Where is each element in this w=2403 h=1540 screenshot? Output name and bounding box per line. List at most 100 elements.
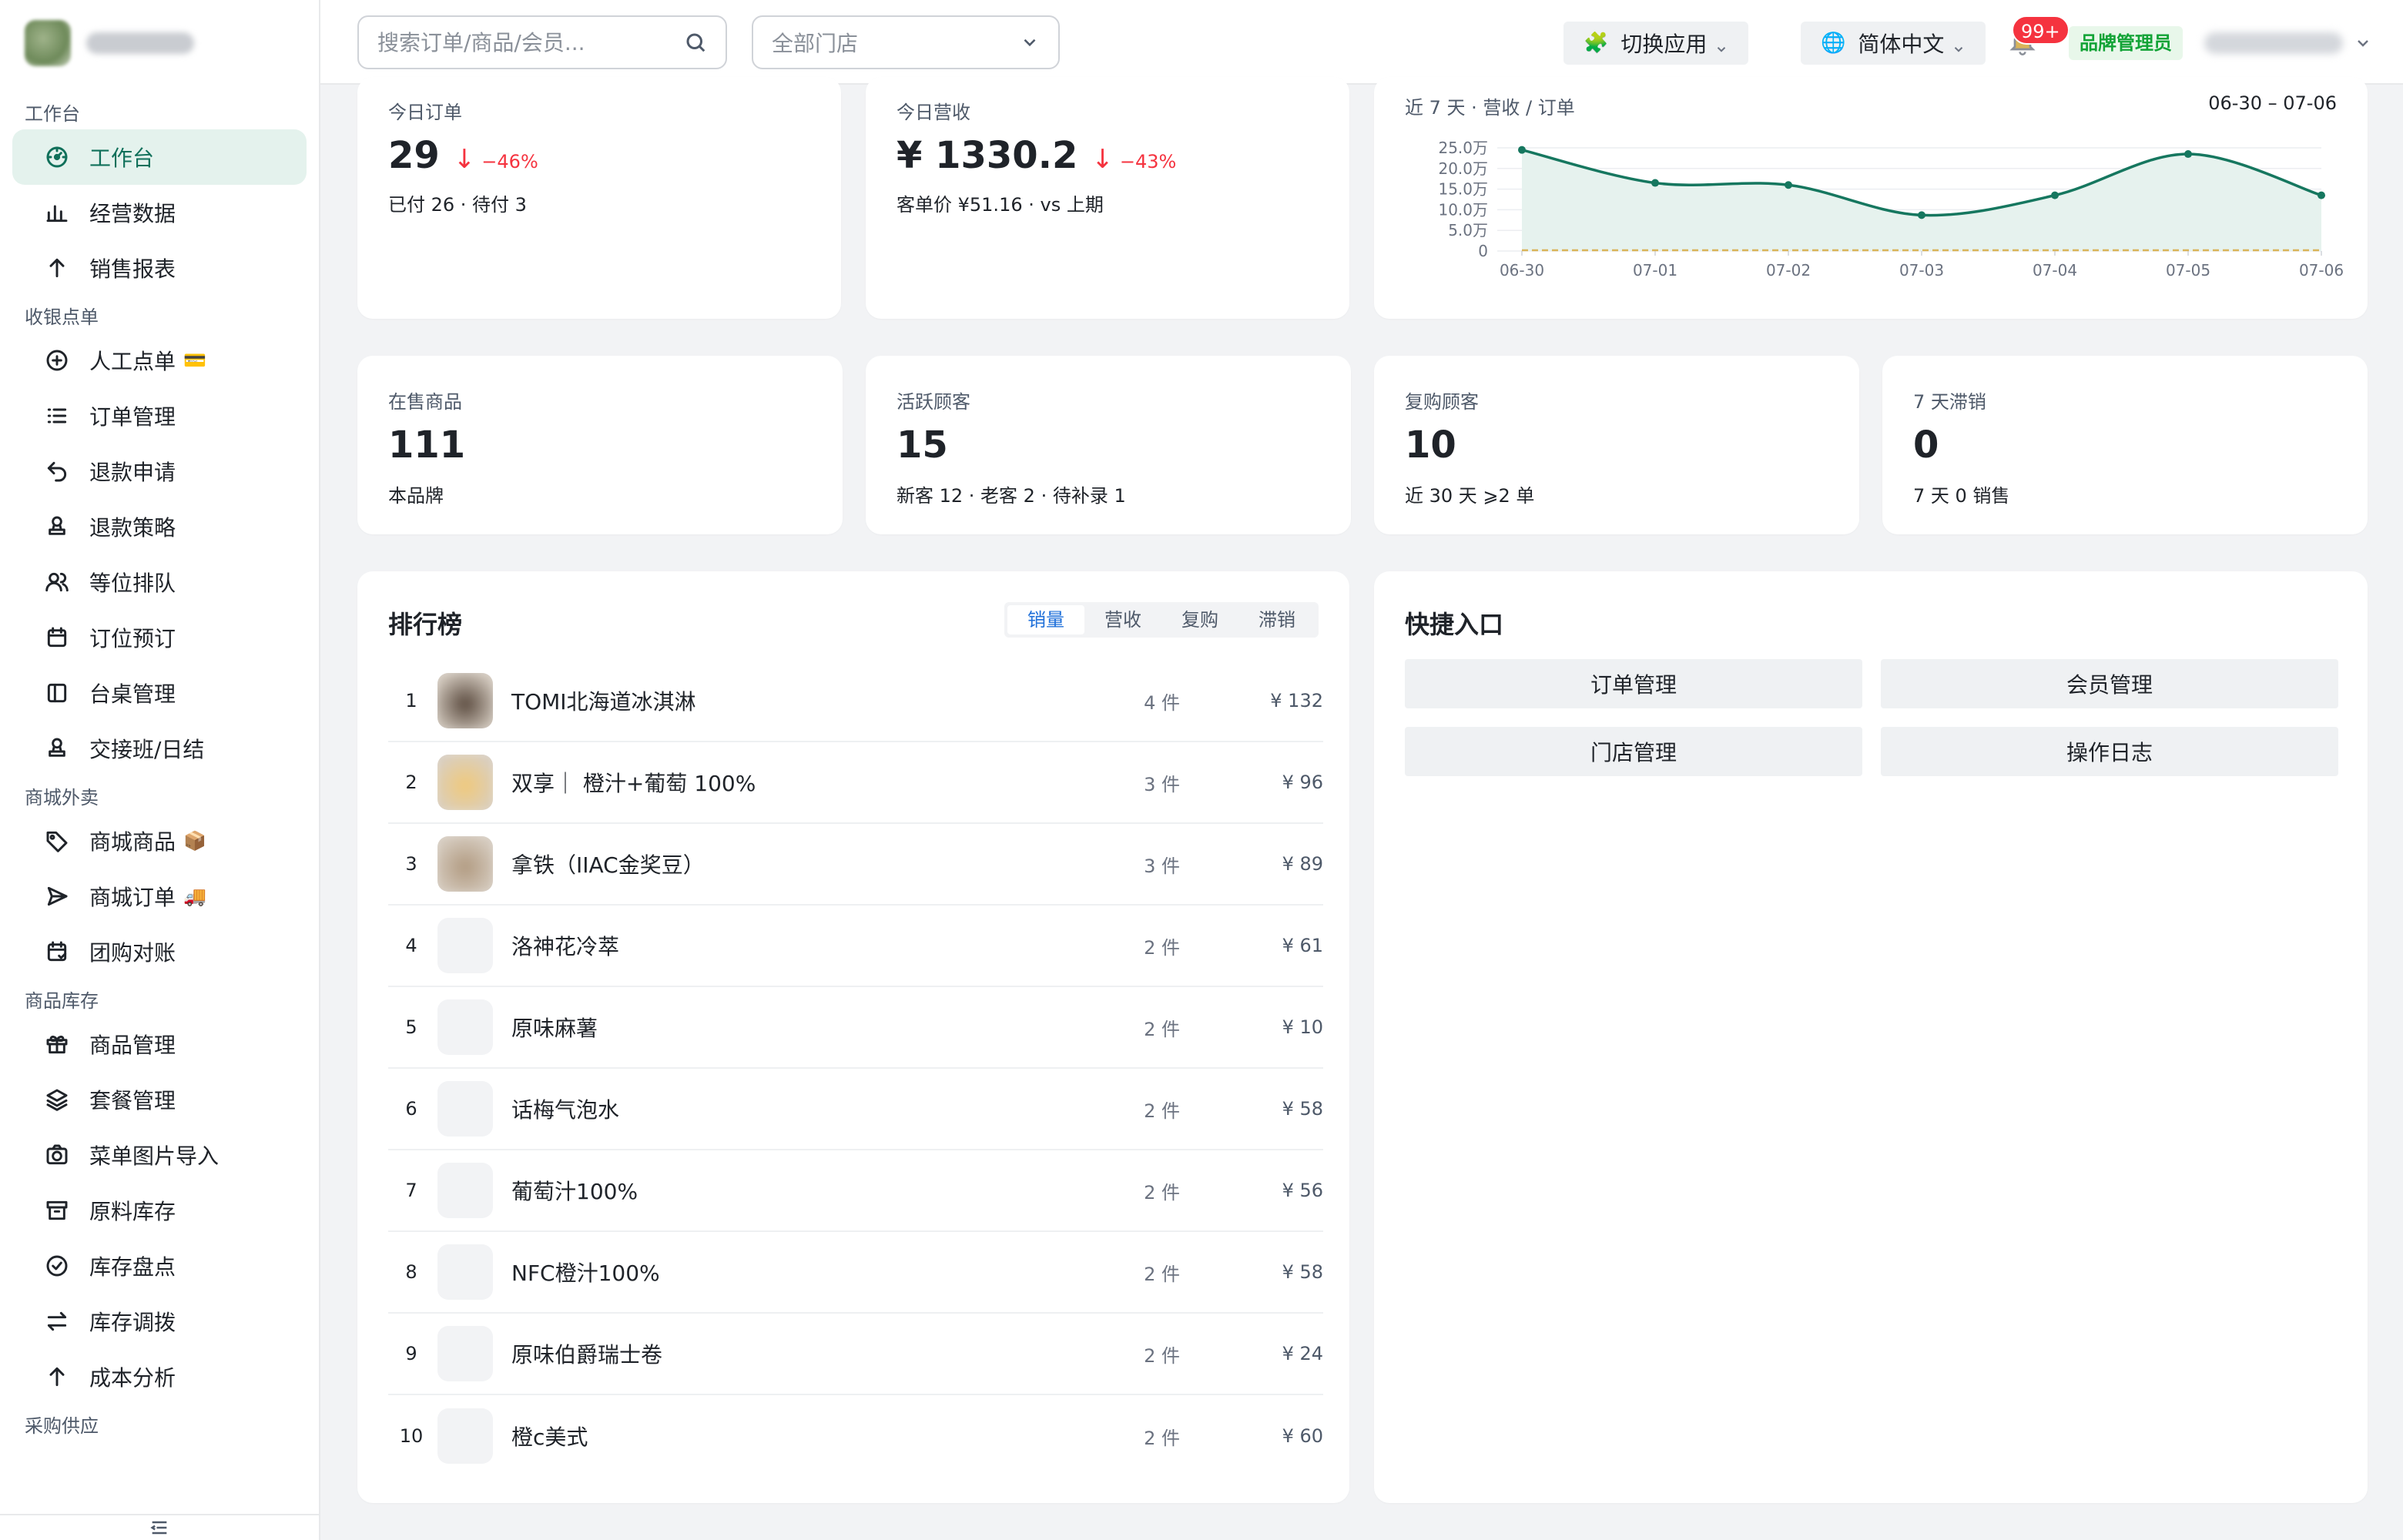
quick-entry-button[interactable]: 操作日志 [1881, 727, 2338, 776]
sidebar-item[interactable]: 库存盘点 [12, 1238, 307, 1294]
rank-number: 10 [399, 1425, 424, 1447]
ranking-row[interactable]: 6 话梅气泡水 2 件 ¥ 58 [388, 1069, 1323, 1150]
chevron-down-icon [1952, 36, 1966, 52]
product-amount: ¥ 56 [1282, 1180, 1323, 1201]
search-icon[interactable] [684, 31, 707, 54]
sidebar-item[interactable]: 套餐管理 [12, 1072, 307, 1127]
user-name-blurred[interactable] [2204, 32, 2343, 54]
sidebar-item[interactable]: 订位预订 [12, 610, 307, 665]
product-name: 原味麻薯 [511, 1016, 598, 1041]
product-qty: 2 件 [1144, 1181, 1180, 1204]
sidebar-item[interactable]: 团购对账 [12, 924, 307, 979]
layers-icon [43, 1086, 71, 1113]
product-name: 拿铁（IIAC金奖豆） [511, 852, 705, 878]
chevron-down-icon[interactable] [2354, 34, 2372, 52]
sidebar-item[interactable]: 订单管理 [12, 388, 307, 444]
sidebar-item-label: 退款申请 [89, 460, 176, 485]
product-amount: ¥ 61 [1282, 935, 1323, 956]
stat-value: 29 ↓ −46% [388, 134, 538, 177]
ranking-row[interactable]: 10 橙c美式 2 件 ¥ 60 [388, 1395, 1323, 1477]
quick-entry-button[interactable]: 会员管理 [1881, 659, 2338, 708]
sidebar-group-title: 收银点单 [25, 306, 99, 328]
sidebar-item[interactable]: 退款策略 [12, 499, 307, 554]
sidebar-item[interactable]: 经营数据 [12, 185, 307, 240]
sidebar-item[interactable]: 商城商品 📦 [12, 813, 307, 869]
sidebar-item[interactable]: 成本分析 [12, 1349, 307, 1404]
ranking-tab[interactable]: 营收 [1084, 605, 1161, 634]
product-amount: ¥ 60 [1282, 1425, 1323, 1447]
chart-date-range: 06-30 – 07-06 [2208, 92, 2337, 114]
ranking-row[interactable]: 4 洛神花冷萃 2 件 ¥ 61 [388, 906, 1323, 987]
store-select[interactable]: 全部门店 [752, 15, 1060, 69]
collapse-sidebar-button[interactable] [0, 1514, 319, 1540]
ranking-tab[interactable]: 复购 [1161, 605, 1238, 634]
sidebar-item[interactable]: 菜单图片导入 [12, 1127, 307, 1183]
rank-number: 2 [405, 772, 417, 793]
product-name: 洛神花冷萃 [511, 934, 620, 959]
sidebar-item[interactable]: 原料库存 [12, 1183, 307, 1238]
tag-icon [43, 827, 71, 855]
stat-sub: 本品牌 [388, 485, 444, 507]
switch-app-button[interactable]: 🧩 切换应用 [1563, 22, 1749, 65]
revenue-point [1651, 179, 1659, 187]
topbar: 全部门店 🧩 切换应用 🌐 简体中文 99+ 品牌管理员 [320, 0, 2403, 85]
today-orders-card: 今日订单 29 ↓ −46% 已付 26 · 待付 3 [357, 77, 841, 319]
stat-label: 今日订单 [388, 102, 462, 123]
sidebar-item-emoji: 💳 [183, 350, 206, 371]
sidebar-item[interactable]: 退款申请 [12, 444, 307, 499]
bar-chart-icon [43, 199, 71, 226]
quick-entry-button[interactable]: 订单管理 [1405, 659, 1862, 708]
product-name: NFC橙汁100% [511, 1260, 660, 1286]
sidebar-item[interactable]: 库存调拨 [12, 1294, 307, 1349]
ranking-row[interactable]: 8 NFC橙汁100% 2 件 ¥ 58 [388, 1232, 1323, 1314]
sidebar-item-label: 库存调拨 [89, 1310, 176, 1335]
ranking-row[interactable]: 9 原味伯爵瑞士卷 2 件 ¥ 24 [388, 1314, 1323, 1395]
rank-number: 6 [405, 1098, 417, 1120]
revenue-point [2184, 150, 2192, 159]
ranking-tab[interactable]: 滞销 [1238, 605, 1315, 634]
rank-number: 1 [405, 690, 417, 711]
search-input[interactable] [377, 29, 684, 55]
brand-logo[interactable] [25, 15, 202, 71]
revenue-point [1918, 211, 1925, 219]
ranking-row[interactable]: 1 TOMI北海道冰淇淋 4 件 ¥ 132 [388, 661, 1323, 742]
quick-entry-button[interactable]: 门店管理 [1405, 727, 1862, 776]
x-tick-label: 07-04 [2033, 261, 2077, 280]
sidebar-item[interactable]: 商城订单 🚚 [12, 869, 307, 924]
language-select[interactable]: 🌐 简体中文 [1801, 22, 1986, 65]
sidebar-item[interactable]: 台桌管理 [12, 665, 307, 721]
sidebar-item[interactable]: 人工点单 💳 [12, 333, 307, 388]
trend-chart-card: 0 5.0万 10.0万 15.0万 20.0万 25.0万 06-30 07-01 07-02… [1374, 77, 2368, 319]
sidebar-item[interactable]: 等位排队 [12, 554, 307, 610]
product-thumbnail [437, 1408, 493, 1464]
sidebar-item[interactable]: 工作台 [12, 129, 307, 185]
search-box[interactable] [357, 15, 727, 69]
ranking-row[interactable]: 5 原味麻薯 2 件 ¥ 10 [388, 987, 1323, 1069]
product-amount: ¥ 89 [1282, 853, 1323, 875]
sidebar-item[interactable]: 交接班/日结 [12, 721, 307, 776]
sidebar-item[interactable]: 销售报表 [12, 240, 307, 296]
camera-icon [43, 1141, 71, 1169]
rank-number: 7 [405, 1180, 417, 1201]
product-thumbnail [437, 999, 493, 1055]
product-name: TOMI北海道冰淇淋 [511, 689, 696, 715]
ranking-row[interactable]: 7 葡萄汁100% 2 件 ¥ 56 [388, 1150, 1323, 1232]
product-amount: ¥ 10 [1282, 1016, 1323, 1038]
stat-value: 0 [1913, 424, 1939, 467]
ranking-row[interactable]: 3 拿铁（IIAC金奖豆） 3 件 ¥ 89 [388, 824, 1323, 906]
sidebar-item[interactable]: 商品管理 [12, 1016, 307, 1072]
sidebar-item-label: 销售报表 [89, 256, 176, 282]
ranking-tab[interactable]: 销量 [1007, 605, 1084, 634]
product-thumbnail [437, 1163, 493, 1218]
ranking-row[interactable]: 2 双享｜ 橙汁+葡萄 100% 3 件 ¥ 96 [388, 742, 1323, 824]
stat-card: 在售商品 111 本品牌 [357, 356, 843, 534]
sidebar-item-label: 台桌管理 [89, 681, 176, 707]
sidebar-nav: 工作台 工作台 经营数据 销售报表 收银点单 人工点单 💳 订单管理 退款申请 退款策略 等位排队订… [0, 92, 319, 1502]
stat-label: 今日营收 [897, 102, 970, 123]
collapse-icon [150, 1521, 167, 1535]
y-tick-label: 15.0万 [1438, 180, 1488, 199]
sidebar-item-label: 原料库存 [89, 1199, 176, 1224]
sidebar-group-title: 商品库存 [25, 990, 99, 1012]
chevron-down-icon [1024, 38, 1036, 47]
stat-delta-down: ↓ −46% [453, 144, 538, 175]
